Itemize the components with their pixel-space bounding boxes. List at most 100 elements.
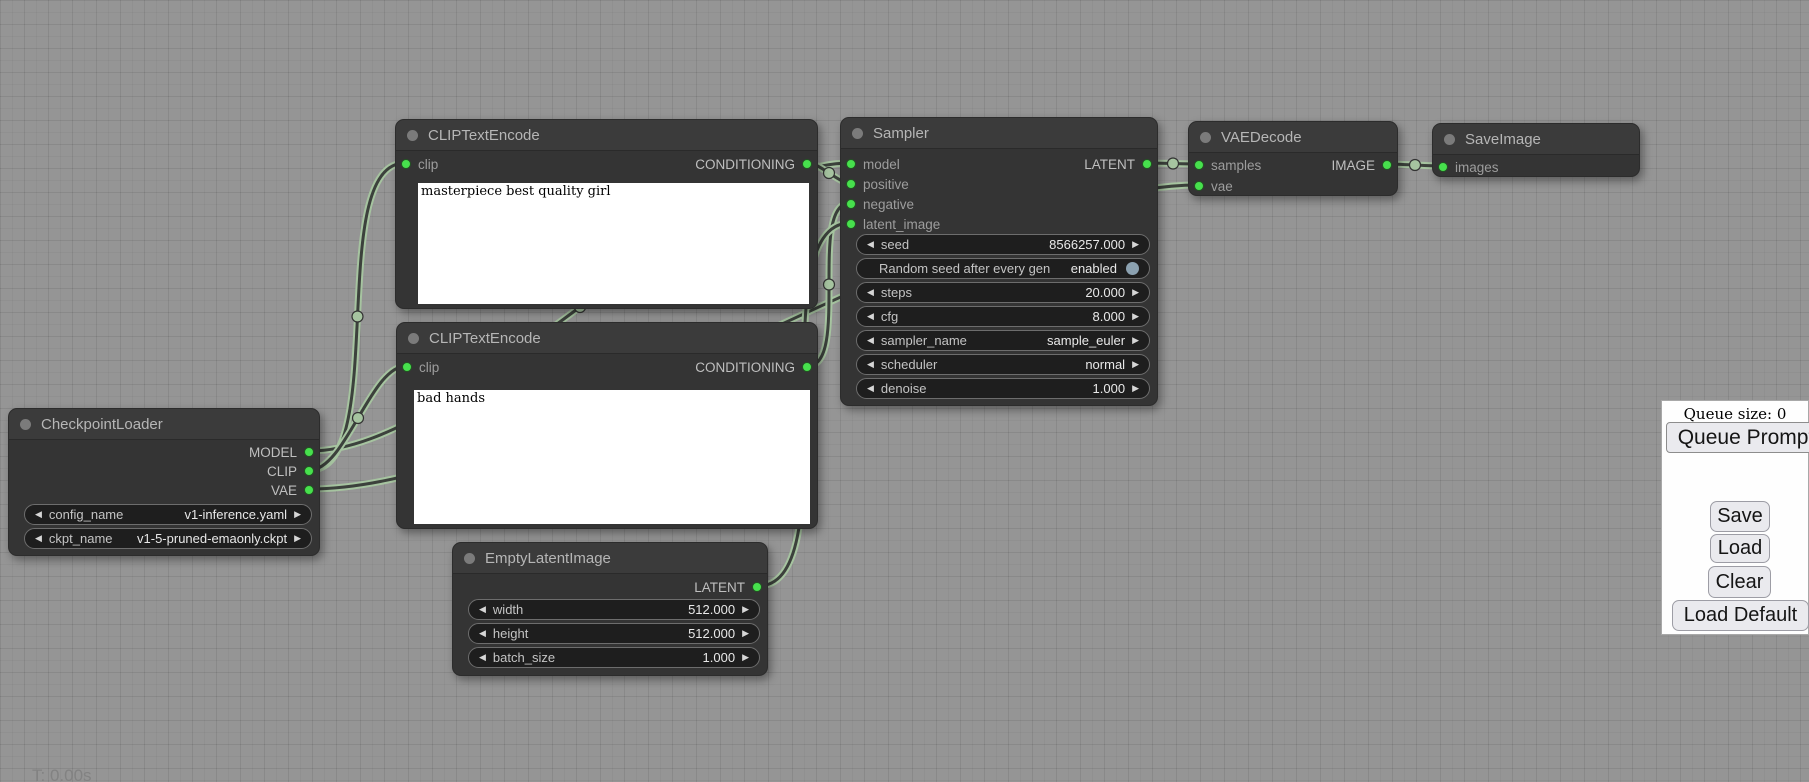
- output-slot-image[interactable]: IMAGE: [1331, 155, 1392, 175]
- load-button[interactable]: Load: [1710, 534, 1770, 563]
- output-slot-dot[interactable]: [1382, 160, 1392, 170]
- stepper-right-icon[interactable]: ▶: [1132, 240, 1139, 249]
- input-slot-samples[interactable]: samples: [1194, 155, 1261, 175]
- clear-button[interactable]: Clear: [1708, 566, 1771, 598]
- input-slot-dot[interactable]: [402, 362, 412, 372]
- widget-denoise[interactable]: ◀denoise1.000▶: [856, 378, 1150, 399]
- input-slot-dot[interactable]: [401, 159, 411, 169]
- widget-steps[interactable]: ◀steps20.000▶: [856, 282, 1150, 303]
- input-slot-dot[interactable]: [1194, 181, 1204, 191]
- output-slot-dot[interactable]: [802, 362, 812, 372]
- node-empty-latent-image[interactable]: EmptyLatentImage LATENT◀width512.000▶ ◀hei…: [452, 542, 768, 676]
- output-slot-dot[interactable]: [304, 466, 314, 476]
- stepper-left-icon[interactable]: ◀: [479, 629, 486, 638]
- widget-width[interactable]: ◀width512.000▶: [468, 599, 760, 620]
- node-title-bar[interactable]: EmptyLatentImage: [453, 543, 767, 574]
- link-wire[interactable]: [310, 366, 406, 470]
- load-default-button[interactable]: Load Default: [1672, 600, 1809, 631]
- input-slot-dot[interactable]: [1194, 160, 1204, 170]
- input-slot-images[interactable]: images: [1438, 157, 1499, 177]
- widget-cfg[interactable]: ◀cfg8.000▶: [856, 306, 1150, 327]
- input-slot-dot[interactable]: [846, 179, 856, 189]
- node-vae-decode[interactable]: VAEDecodesamplesvae IMAGE: [1188, 121, 1398, 196]
- graph-canvas[interactable]: CheckpointLoaderMODELCLIPVAE ◀config_name…: [0, 0, 1809, 782]
- node-status-dot[interactable]: [464, 553, 475, 564]
- input-slot-positive[interactable]: positive: [846, 174, 909, 194]
- node-title-bar[interactable]: CheckpointLoader: [9, 409, 319, 440]
- stepper-right-icon[interactable]: ▶: [1132, 360, 1139, 369]
- input-slot-negative[interactable]: negative: [846, 194, 914, 214]
- stepper-left-icon[interactable]: ◀: [479, 605, 486, 614]
- widget-config-name[interactable]: ◀config_namev1-inference.yaml▶: [24, 504, 312, 525]
- node-sampler[interactable]: Sampler modelpositivenegativelatent_image…: [840, 117, 1158, 406]
- output-slot-conditioning[interactable]: CONDITIONING: [695, 154, 812, 174]
- node-checkpoint-loader[interactable]: CheckpointLoaderMODELCLIPVAE ◀config_name…: [8, 408, 320, 556]
- output-slot-conditioning[interactable]: CONDITIONING: [695, 357, 812, 377]
- widget-seed[interactable]: ◀seed8566257.000▶: [856, 234, 1150, 255]
- widget-random-seed-after-every-gen[interactable]: Random seed after every genenabled: [856, 258, 1150, 279]
- node-save-image[interactable]: SaveImageimages: [1432, 123, 1640, 177]
- stepper-left-icon[interactable]: ◀: [35, 534, 42, 543]
- prompt-textarea[interactable]: bad hands: [414, 390, 810, 524]
- link-midpoint-dot[interactable]: [824, 279, 835, 290]
- stepper-left-icon[interactable]: ◀: [867, 384, 874, 393]
- stepper-right-icon[interactable]: ▶: [742, 629, 749, 638]
- link-wire[interactable]: [310, 163, 405, 470]
- widget-batch-size[interactable]: ◀batch_size1.000▶: [468, 647, 760, 668]
- widget-height[interactable]: ◀height512.000▶: [468, 623, 760, 644]
- link-midpoint-dot[interactable]: [353, 413, 364, 424]
- node-status-dot[interactable]: [407, 130, 418, 141]
- stepper-right-icon[interactable]: ▶: [294, 534, 301, 543]
- link-midpoint-dot[interactable]: [824, 168, 835, 179]
- input-slot-clip[interactable]: clip: [402, 357, 439, 377]
- stepper-right-icon[interactable]: ▶: [1132, 384, 1139, 393]
- stepper-left-icon[interactable]: ◀: [867, 336, 874, 345]
- link-midpoint-dot[interactable]: [1168, 158, 1179, 169]
- stepper-left-icon[interactable]: ◀: [867, 312, 874, 321]
- link-wire[interactable]: [310, 163, 405, 470]
- node-status-dot[interactable]: [408, 333, 419, 344]
- toggle-knob-icon[interactable]: [1126, 262, 1139, 275]
- input-slot-latent-image[interactable]: latent_image: [846, 214, 940, 234]
- node-status-dot[interactable]: [20, 419, 31, 430]
- output-slot-clip[interactable]: CLIP: [267, 461, 314, 481]
- node-clip-text-encode-negative[interactable]: CLIPTextEncode clip CONDITIONING bad hands: [396, 322, 818, 529]
- input-slot-dot[interactable]: [1438, 162, 1448, 172]
- output-slot-model[interactable]: MODEL: [249, 442, 314, 462]
- input-slot-vae[interactable]: vae: [1194, 176, 1233, 196]
- link-midpoint-dot[interactable]: [1410, 160, 1421, 171]
- node-title-bar[interactable]: CLIPTextEncode: [397, 323, 817, 354]
- node-title-bar[interactable]: Sampler: [841, 118, 1157, 149]
- link-wire[interactable]: [310, 366, 406, 470]
- output-slot-dot[interactable]: [1142, 159, 1152, 169]
- input-slot-dot[interactable]: [846, 219, 856, 229]
- output-slot-vae[interactable]: VAE: [271, 480, 314, 500]
- node-title-bar[interactable]: VAEDecode: [1189, 122, 1397, 153]
- stepper-right-icon[interactable]: ▶: [294, 510, 301, 519]
- node-title-bar[interactable]: CLIPTextEncode: [396, 120, 817, 151]
- input-slot-model[interactable]: model: [846, 154, 900, 174]
- output-slot-latent[interactable]: LATENT: [694, 577, 762, 597]
- stepper-left-icon[interactable]: ◀: [867, 288, 874, 297]
- widget-sampler-name[interactable]: ◀sampler_namesample_euler▶: [856, 330, 1150, 351]
- stepper-right-icon[interactable]: ▶: [742, 653, 749, 662]
- node-status-dot[interactable]: [1200, 132, 1211, 143]
- output-slot-dot[interactable]: [304, 447, 314, 457]
- widget-scheduler[interactable]: ◀schedulernormal▶: [856, 354, 1150, 375]
- stepper-right-icon[interactable]: ▶: [742, 605, 749, 614]
- node-clip-text-encode-positive[interactable]: CLIPTextEncodeclipCONDITIONINGmasterpiec…: [395, 119, 818, 309]
- output-slot-dot[interactable]: [752, 582, 762, 592]
- stepper-left-icon[interactable]: ◀: [35, 510, 42, 519]
- input-slot-clip[interactable]: clip: [401, 154, 438, 174]
- link-midpoint-dot[interactable]: [352, 311, 363, 322]
- node-status-dot[interactable]: [1444, 134, 1455, 145]
- stepper-left-icon[interactable]: ◀: [867, 240, 874, 249]
- queue-prompt-button[interactable]: Queue Prompt: [1666, 422, 1809, 453]
- node-title-bar[interactable]: SaveImage: [1433, 124, 1639, 155]
- stepper-left-icon[interactable]: ◀: [867, 360, 874, 369]
- output-slot-dot[interactable]: [802, 159, 812, 169]
- node-status-dot[interactable]: [852, 128, 863, 139]
- input-slot-dot[interactable]: [846, 199, 856, 209]
- output-slot-dot[interactable]: [304, 485, 314, 495]
- input-slot-dot[interactable]: [846, 159, 856, 169]
